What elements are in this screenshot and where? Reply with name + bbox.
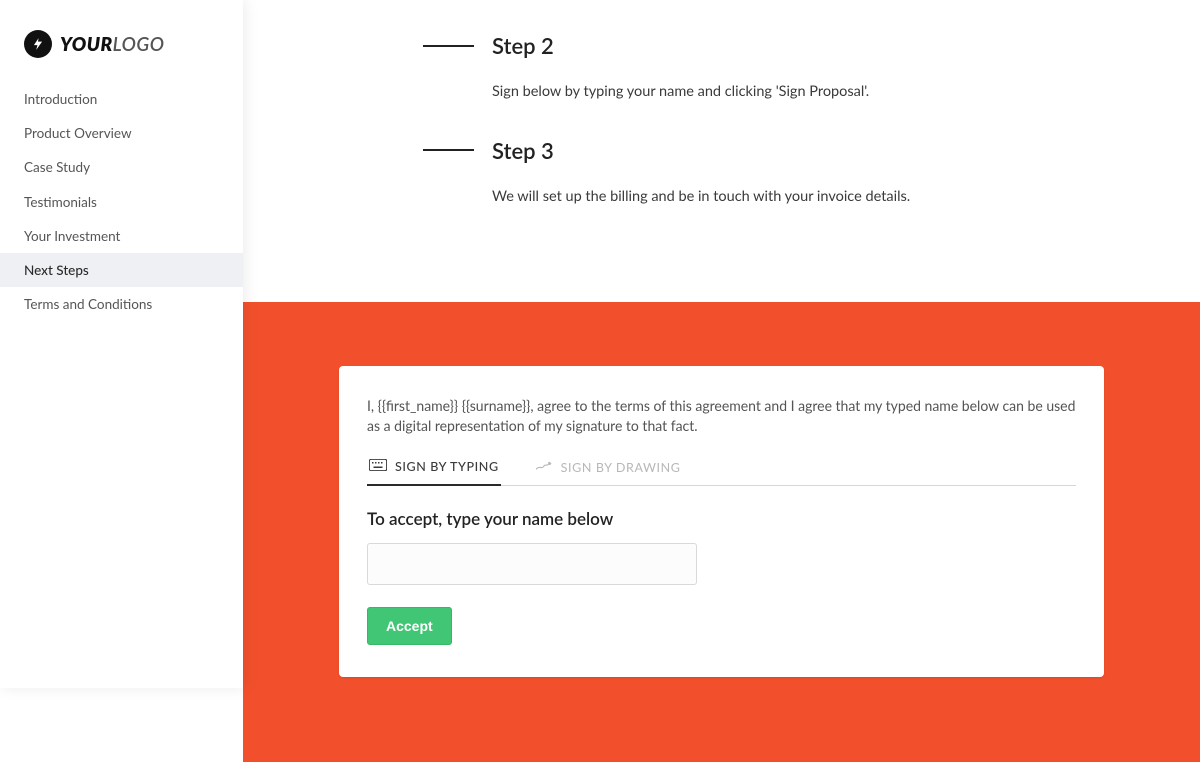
steps-section: Step 2 Sign below by typing your name an… bbox=[243, 0, 1200, 302]
agreement-text: I, {{first_name}} {{surname}}, agree to … bbox=[367, 396, 1076, 437]
divider-icon bbox=[423, 45, 474, 47]
step-title: Step 3 bbox=[492, 137, 554, 164]
divider-icon bbox=[423, 149, 474, 151]
tab-sign-by-drawing[interactable]: SIGN BY DRAWING bbox=[533, 459, 683, 486]
signature-tabs: SIGN BY TYPING SIGN BY DRAWING bbox=[367, 458, 1076, 486]
tab-label: SIGN BY TYPING bbox=[395, 459, 499, 474]
tab-label: SIGN BY DRAWING bbox=[561, 460, 681, 475]
pen-icon bbox=[535, 460, 553, 475]
main-content: Step 2 Sign below by typing your name an… bbox=[243, 0, 1200, 688]
signature-section: I, {{first_name}} {{surname}}, agree to … bbox=[243, 302, 1200, 762]
keyboard-icon bbox=[369, 459, 387, 474]
sidebar-item-introduction[interactable]: Introduction bbox=[0, 82, 243, 116]
step-body: We will set up the billing and be in tou… bbox=[492, 186, 1140, 208]
sidebar-item-terms-and-conditions[interactable]: Terms and Conditions bbox=[0, 287, 243, 321]
sidebar-item-product-overview[interactable]: Product Overview bbox=[0, 116, 243, 150]
logo-text: YOURLOGO bbox=[60, 33, 165, 56]
accept-button[interactable]: Accept bbox=[367, 607, 452, 645]
step-title: Step 2 bbox=[492, 32, 554, 59]
signature-card: I, {{first_name}} {{surname}}, agree to … bbox=[339, 366, 1104, 678]
sidebar: YOURLOGO Introduction Product Overview C… bbox=[0, 0, 243, 688]
sidebar-item-next-steps[interactable]: Next Steps bbox=[0, 253, 243, 287]
sidebar-nav: Introduction Product Overview Case Study… bbox=[0, 82, 243, 321]
signature-name-input[interactable] bbox=[367, 543, 697, 585]
sidebar-item-testimonials[interactable]: Testimonials bbox=[0, 185, 243, 219]
step-3: Step 3 We will set up the billing and be… bbox=[423, 137, 1140, 208]
sidebar-item-case-study[interactable]: Case Study bbox=[0, 150, 243, 184]
bolt-icon bbox=[24, 30, 52, 58]
logo: YOURLOGO bbox=[0, 0, 243, 76]
tab-sign-by-typing[interactable]: SIGN BY TYPING bbox=[367, 459, 501, 486]
signature-prompt: To accept, type your name below bbox=[367, 508, 1076, 529]
step-body: Sign below by typing your name and click… bbox=[492, 81, 1140, 103]
step-2: Step 2 Sign below by typing your name an… bbox=[423, 32, 1140, 103]
sidebar-item-your-investment[interactable]: Your Investment bbox=[0, 219, 243, 253]
